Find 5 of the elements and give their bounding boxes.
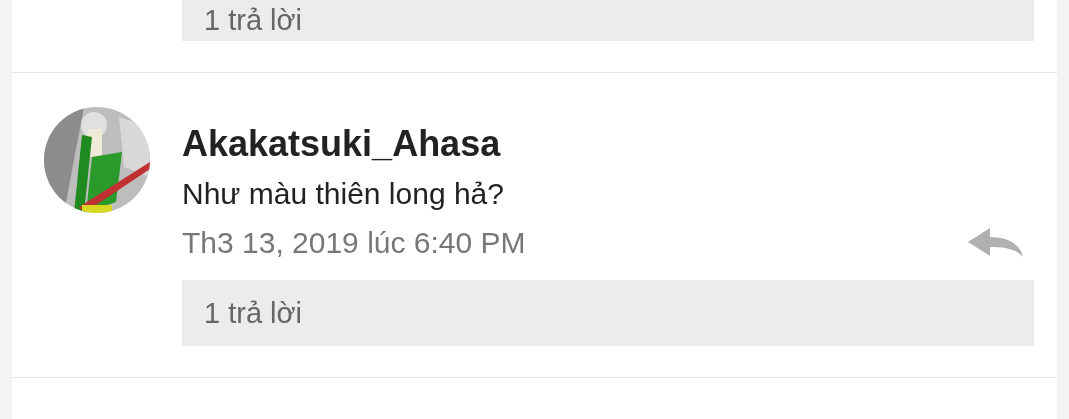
comment-text: Như màu thiên long hả? xyxy=(182,177,504,211)
comment-date: Th3 13, 2019 lúc 6:40 PM xyxy=(182,226,526,260)
author-name[interactable]: Akakatsuki_Ahasa xyxy=(182,123,501,165)
replies-button[interactable]: 1 trả lời xyxy=(182,0,1034,41)
replies-button[interactable]: 1 trả lời xyxy=(182,280,1034,346)
